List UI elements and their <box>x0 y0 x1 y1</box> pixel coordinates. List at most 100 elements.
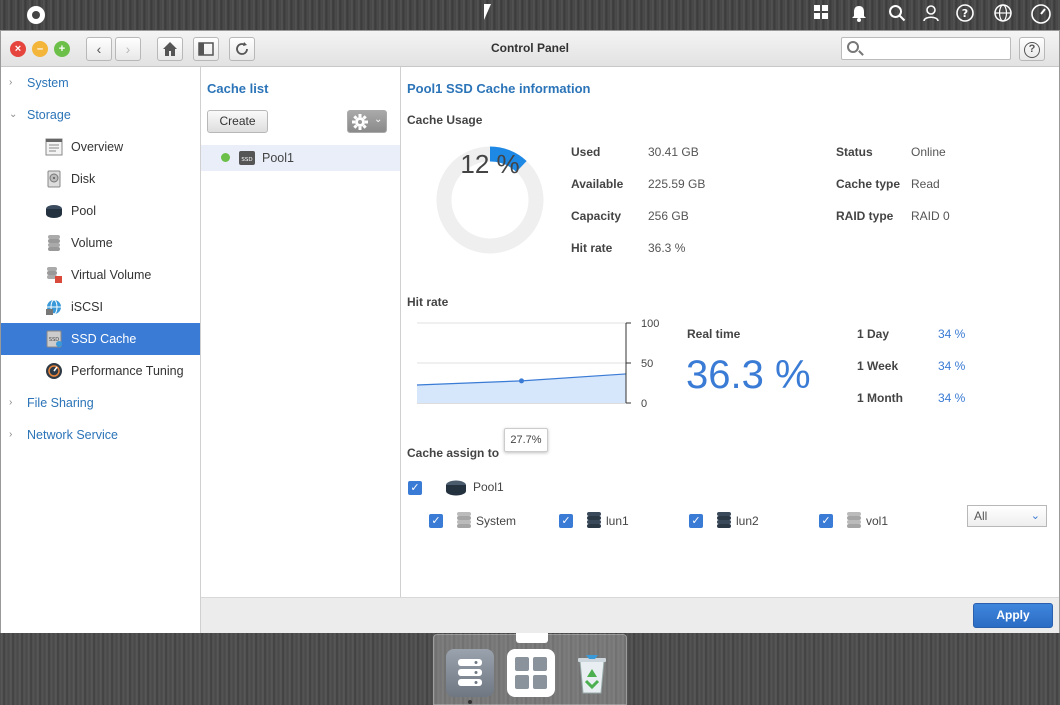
available-label: Available <box>571 177 624 191</box>
sidebar-item-ssd-cache[interactable]: SSD SSD Cache <box>1 323 200 355</box>
pool-icon <box>46 205 62 218</box>
footer-bar: Apply <box>201 597 1059 633</box>
volume-name-lun2: lun2 <box>736 514 759 528</box>
recycle-bin-icon[interactable] <box>568 649 616 697</box>
window-titlebar: × – + ‹ › Control Panel ? <box>1 31 1059 67</box>
lun-icon <box>717 512 731 528</box>
help-button[interactable]: ? <box>1019 37 1045 61</box>
grid-icon[interactable] <box>810 4 832 26</box>
svg-text:?: ? <box>962 7 968 20</box>
volume-checkbox-lun1[interactable]: ✓ <box>559 514 573 528</box>
create-button[interactable]: Create <box>207 110 268 133</box>
available-value: 225.59 GB <box>648 177 706 191</box>
hit-rate-tooltip: 27.7% <box>504 428 548 452</box>
search-box[interactable] <box>841 37 1011 60</box>
pool-checkbox[interactable]: ✓ <box>408 481 422 495</box>
month-label: 1 Month <box>857 391 903 405</box>
sidebar-item-iscsi[interactable]: iSCSI <box>1 291 200 323</box>
nas-logo-icon[interactable] <box>27 6 45 24</box>
cache-list-pane: Cache list Create ⌄ SSD Pool1 <box>201 67 401 597</box>
sidebar-item-label: SSD Cache <box>71 332 137 346</box>
chevron-down-icon: ⌄ <box>9 109 18 120</box>
overview-icon <box>45 138 63 156</box>
server-app-icon[interactable] <box>446 649 494 697</box>
chevron-right-icon: › <box>9 397 13 408</box>
sidebar-group-label: Storage <box>27 108 71 122</box>
filter-select[interactable]: All ⌄ <box>967 505 1047 527</box>
volume-checkbox-vol1[interactable]: ✓ <box>819 514 833 528</box>
y-tick-label: 0 <box>641 398 647 410</box>
data-point[interactable] <box>519 378 524 384</box>
volume-icon <box>457 512 471 528</box>
lun-icon <box>587 512 601 528</box>
sidebar-item-label: Pool <box>71 204 97 218</box>
info-title: Pool1 SSD Cache information <box>407 81 591 96</box>
sidebar-group-system[interactable]: › System <box>1 67 201 99</box>
pool-icon <box>446 480 466 496</box>
volume-name-system: System <box>476 514 517 528</box>
day-value: 34 % <box>938 327 966 341</box>
hit-rate-label: Hit rate <box>571 241 613 255</box>
virtual-volume-icon <box>47 267 62 283</box>
dock-handle[interactable] <box>516 633 548 643</box>
settings-dropdown-button[interactable]: ⌄ <box>347 110 387 133</box>
disk-icon <box>47 170 61 188</box>
sidebar-item-overview[interactable]: Overview <box>1 131 200 163</box>
list-item[interactable]: SSD Pool1 <box>201 145 400 171</box>
globe-icon[interactable] <box>992 4 1014 26</box>
status-dot-icon <box>221 153 230 162</box>
hit-rate-area <box>417 373 626 403</box>
sidebar-item-label: Overview <box>71 140 124 154</box>
volume-checkbox-system[interactable]: ✓ <box>429 514 443 528</box>
chevron-right-icon: › <box>9 77 13 88</box>
sidebar-item-pool[interactable]: Pool <box>1 195 200 227</box>
realtime-value: 36.3 % <box>686 353 811 397</box>
used-label: Used <box>571 145 601 159</box>
cache-usage-title: Cache Usage <box>407 113 483 127</box>
volume-name-vol1: vol1 <box>866 514 889 528</box>
hit-rate-chart: 0 50 100 <box>416 318 659 410</box>
month-value: 34 % <box>938 391 966 405</box>
apply-button[interactable]: Apply <box>973 603 1053 628</box>
hit-rate-value: 36.3 % <box>648 241 686 255</box>
volume-icon <box>847 512 861 528</box>
user-icon[interactable] <box>920 4 942 26</box>
control-panel-window: × – + ‹ › Control Panel ? › System ⌄ Stora… <box>0 30 1060 633</box>
sidebar-group-storage[interactable]: ⌄ Storage <box>1 99 201 131</box>
capacity-label: Capacity <box>571 209 622 223</box>
ssd-icon: SSD <box>239 151 255 165</box>
sidebar-item-label: Virtual Volume <box>71 268 152 282</box>
cache-list-title: Cache list <box>207 81 269 96</box>
mouse-cursor-icon <box>484 4 491 20</box>
gear-icon <box>352 114 368 130</box>
chevron-down-icon: ⌄ <box>374 114 383 125</box>
cache-type-value: Read <box>911 177 940 191</box>
pool-name: Pool1 <box>473 480 504 494</box>
dashboard-icon[interactable] <box>1030 4 1052 26</box>
sidebar: › System ⌄ Storage Overview Disk Pool Volu… <box>1 67 201 633</box>
status-value: Online <box>911 145 946 159</box>
sidebar-item-label: Volume <box>71 236 113 250</box>
volume-name-lun1: lun1 <box>606 514 629 528</box>
apps-grid-icon[interactable] <box>507 649 555 697</box>
bell-icon[interactable] <box>848 4 870 26</box>
week-value: 34 % <box>938 359 966 373</box>
sidebar-item-volume[interactable]: Volume <box>1 227 200 259</box>
search-icon[interactable] <box>886 4 908 26</box>
sidebar-item-disk[interactable]: Disk <box>1 163 200 195</box>
capacity-value: 256 GB <box>648 209 689 223</box>
volume-checkbox-lun2[interactable]: ✓ <box>689 514 703 528</box>
volume-icon <box>48 235 60 251</box>
sidebar-item-virtual-volume[interactable]: Virtual Volume <box>1 259 200 291</box>
sidebar-group-file-sharing[interactable]: › File Sharing <box>1 387 201 419</box>
sidebar-group-network-service[interactable]: › Network Service <box>1 419 201 451</box>
search-icon <box>847 41 859 53</box>
cache-assign-title: Cache assign to <box>407 446 500 460</box>
cache-name: Pool1 <box>262 151 294 165</box>
sidebar-item-label: Performance Tuning <box>71 364 184 378</box>
usage-percent: 12 % <box>460 149 520 179</box>
sidebar-item-performance-tuning[interactable]: Performance Tuning <box>1 355 200 387</box>
dock <box>433 633 627 705</box>
help-icon[interactable]: ? <box>954 4 976 26</box>
search-input[interactable] <box>864 40 1004 57</box>
